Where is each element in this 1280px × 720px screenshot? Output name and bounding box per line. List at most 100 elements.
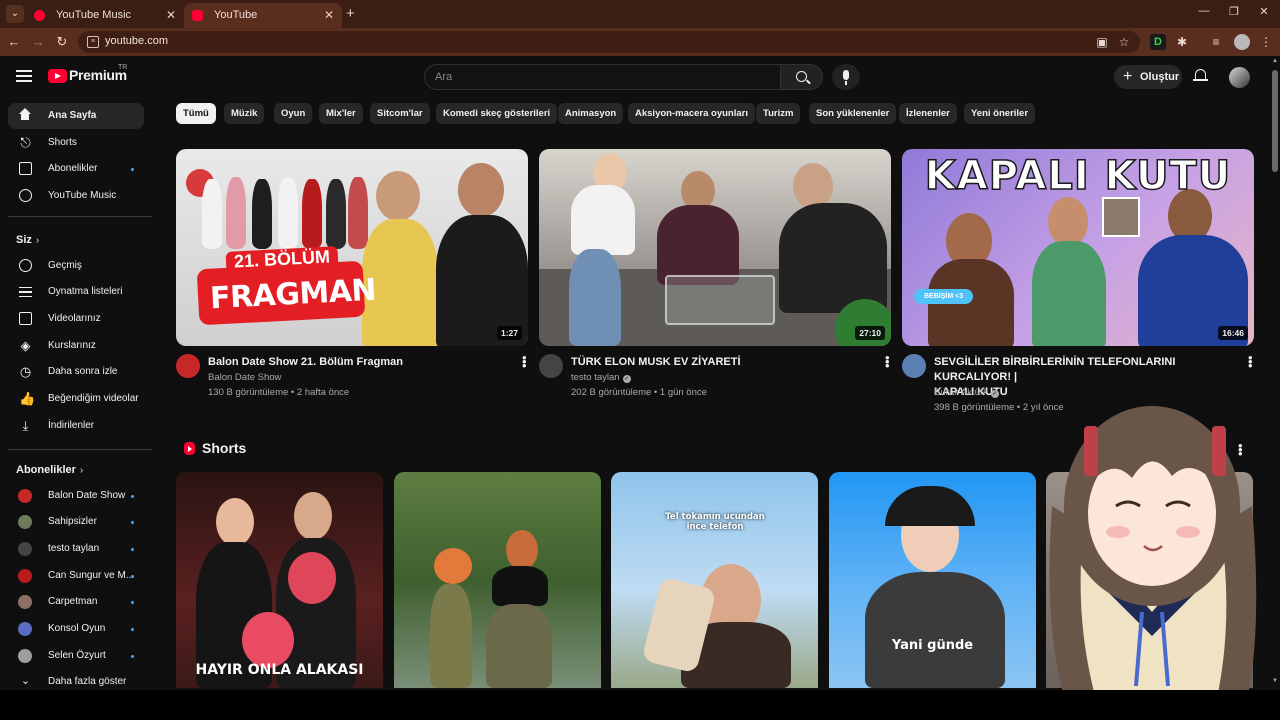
sidebar-item-courses[interactable]: ◈ Kurslarınız <box>8 333 144 359</box>
video-menu-icon[interactable]: • • • <box>885 351 890 372</box>
balloon-decoration <box>288 552 336 604</box>
sidebar-section-subscriptions[interactable]: Abonelikler › <box>16 464 83 476</box>
sidebar-section-you[interactable]: Siz › <box>16 234 39 246</box>
tab-search-button[interactable]: ⌄ <box>6 5 24 23</box>
bookmark-star-icon[interactable]: ☆ <box>1116 34 1132 50</box>
sidebar-item-youtube-music[interactable]: YouTube Music <box>8 183 144 209</box>
browser-tab-youtube-music[interactable]: YouTube Music ✕ <box>26 3 184 28</box>
close-window-icon[interactable]: ✕ <box>1254 5 1274 18</box>
short-item[interactable] <box>394 472 601 688</box>
create-button[interactable]: + Oluştur <box>1114 65 1182 89</box>
new-content-dot <box>131 601 134 604</box>
video-channel-name[interactable]: testo taylan <box>571 372 620 383</box>
sidebar-item-shorts[interactable]: ⎋ Shorts <box>8 130 144 156</box>
shorts-logo-icon <box>184 442 195 455</box>
extensions-puzzle-icon[interactable]: ✱ <box>1174 34 1190 50</box>
youtube-favicon-icon <box>192 10 203 21</box>
video-thumbnail[interactable]: 21. BÖLÜM FRAGMAN 1:27 <box>176 149 528 346</box>
chip-mixes[interactable]: Mix'ler <box>319 103 363 124</box>
search-input[interactable] <box>435 69 765 85</box>
extension-d-icon[interactable]: D <box>1150 34 1166 50</box>
liked-videos-icon: 👍 <box>19 391 36 406</box>
address-bar[interactable]: ≡ youtube.com <box>78 31 1140 53</box>
browser-tab-youtube[interactable]: YouTube ✕ <box>184 3 342 28</box>
notifications-bell-icon[interactable] <box>1193 69 1208 83</box>
chip-recently-uploaded[interactable]: Son yüklenenler <box>809 103 897 124</box>
video-menu-icon[interactable]: • • • <box>522 351 527 372</box>
close-tab-icon[interactable]: ✕ <box>324 3 334 28</box>
sidebar-channel-selen-ozyurt[interactable]: Selen Özyurt <box>8 643 144 669</box>
reload-icon[interactable]: ↻ <box>54 34 70 50</box>
show-more-label: Daha fazla göster <box>48 676 127 687</box>
video-thumbnail[interactable]: KAPALI KUTU BEBİŞİM <3 16:46 <box>902 149 1254 346</box>
search-box[interactable] <box>424 64 781 90</box>
hamburger-menu-icon[interactable] <box>16 70 32 82</box>
video-channel-name[interactable]: Balon Date Show <box>208 370 281 385</box>
reading-list-icon[interactable]: ≡ <box>1208 34 1224 50</box>
video-title[interactable]: TÜRK ELON MUSK EV ZİYARETİ <box>571 355 871 370</box>
chip-animation[interactable]: Animasyon <box>558 103 624 124</box>
browser-menu-icon[interactable]: ⋮ <box>1258 34 1274 50</box>
chevron-right-icon: › <box>35 235 40 246</box>
sidebar-item-playlists[interactable]: Oynatma listeleri <box>8 279 144 305</box>
video-thumbnail[interactable]: 27:10 <box>539 149 891 346</box>
person-figure <box>348 177 368 249</box>
scroll-down-icon[interactable]: ▼ <box>1271 678 1279 684</box>
account-avatar[interactable] <box>1229 67 1250 88</box>
sidebar-channel-konsol-oyun[interactable]: Konsol Oyun <box>8 616 144 642</box>
video-duration: 27:10 <box>855 326 885 340</box>
page-scrollbar[interactable]: ▲ ▼ <box>1270 56 1280 690</box>
short-item[interactable]: HAYIR ONLA ALAKASI <box>176 472 383 688</box>
sidebar-item-watch-later[interactable]: ◷ Daha sonra izle <box>8 359 144 385</box>
browser-profile-avatar[interactable] <box>1234 34 1250 50</box>
chip-sitcoms[interactable]: Sitcom'lar <box>370 103 430 124</box>
person-face <box>216 498 254 546</box>
shorts-title: Shorts <box>202 440 247 456</box>
sidebar-item-label: Kurslarınız <box>48 340 96 351</box>
chip-tourism[interactable]: Turizm <box>756 103 801 124</box>
chip-action-adventure-games[interactable]: Aksiyon-macera oyunları <box>628 103 755 124</box>
chip-watched[interactable]: İzlenenler <box>899 103 957 124</box>
search-button[interactable] <box>781 64 823 90</box>
playlists-icon <box>19 287 32 297</box>
sidebar-channel-carpetman[interactable]: Carpetman <box>8 589 144 615</box>
chip-gaming[interactable]: Oyun <box>274 103 313 124</box>
voice-search-button[interactable] <box>832 64 860 90</box>
chip-new-to-you[interactable]: Yeni öneriler <box>964 103 1036 124</box>
video-menu-icon[interactable]: • • • <box>1248 351 1253 372</box>
channel-avatar[interactable] <box>539 354 563 378</box>
video-channel-name[interactable]: Burak Aktürk <box>934 387 988 398</box>
sidebar-item-downloads[interactable]: ⤓ İndirilenler <box>8 413 144 439</box>
chip-sketch-comedy[interactable]: Komedi skeç gösterileri <box>436 103 558 124</box>
restore-window-icon[interactable]: ❐ <box>1224 5 1244 18</box>
short-item[interactable]: Tel tokamın ucundan ince telefon <box>611 472 818 688</box>
close-tab-icon[interactable]: ✕ <box>166 3 176 28</box>
channel-avatar[interactable] <box>902 354 926 378</box>
sidebar-channel-balon-date-show[interactable]: Balon Date Show <box>8 483 144 509</box>
sidebar-channel-sahipsizler[interactable]: Sahipsizler <box>8 509 144 535</box>
section-title: Abonelikler <box>16 464 76 476</box>
chip-all[interactable]: Tümü <box>176 103 216 124</box>
forward-arrow-icon[interactable]: → <box>30 34 46 50</box>
sidebar-channel-testo-taylan[interactable]: testo taylan <box>8 536 144 562</box>
install-app-icon[interactable]: ▣ <box>1094 34 1110 50</box>
back-arrow-icon[interactable]: ← <box>6 34 22 50</box>
new-content-dot <box>131 575 134 578</box>
short-item[interactable]: Yani günde <box>829 472 1036 688</box>
video-title[interactable]: Balon Date Show 21. Bölüm Fragman <box>208 355 508 370</box>
channel-avatar[interactable] <box>176 354 200 378</box>
logo-region-code: TR <box>118 64 128 71</box>
person-face <box>1048 197 1088 247</box>
sidebar-item-your-videos[interactable]: Videolarınız <box>8 306 144 332</box>
site-info-icon[interactable]: ≡ <box>87 36 99 48</box>
sidebar-item-subscriptions[interactable]: Abonelikler <box>8 156 144 182</box>
sidebar-channel-can-sungur[interactable]: Can Sungur ve M... <box>8 563 144 589</box>
minimize-window-icon[interactable]: — <box>1194 5 1214 17</box>
new-tab-button[interactable]: + <box>346 4 362 24</box>
sidebar-item-liked-videos[interactable]: 👍 Beğendiğim videolar <box>8 386 144 412</box>
scrollbar-thumb[interactable] <box>1272 70 1278 172</box>
chip-music[interactable]: Müzik <box>224 103 265 124</box>
sidebar-item-history[interactable]: Geçmiş <box>8 253 144 279</box>
scroll-up-icon[interactable]: ▲ <box>1271 58 1279 64</box>
sidebar-item-home[interactable]: Ana Sayfa <box>8 103 144 129</box>
